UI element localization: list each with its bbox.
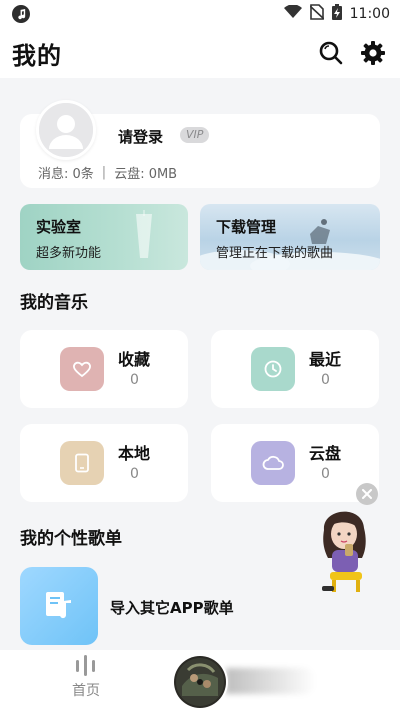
local-label: 本地 bbox=[118, 444, 151, 463]
close-icon bbox=[362, 489, 372, 499]
download-tile[interactable]: 下载管理 管理正在下载的歌曲 bbox=[200, 204, 380, 270]
clock-time: 11:00 bbox=[349, 6, 390, 22]
favorites-card[interactable]: 收藏 0 bbox=[20, 330, 188, 408]
no-sim-icon bbox=[309, 4, 325, 24]
sound-wave-icon bbox=[76, 655, 95, 676]
avatar[interactable] bbox=[36, 100, 96, 160]
phone-icon bbox=[75, 453, 89, 473]
status-bar: 11:00 bbox=[0, 0, 400, 28]
heart-icon bbox=[73, 361, 91, 378]
lab-tile[interactable]: 实验室 超多新功能 bbox=[20, 204, 188, 270]
album-art-icon bbox=[174, 656, 226, 708]
search-button[interactable] bbox=[318, 40, 344, 66]
import-playlist-label: 导入其它APP歌单 bbox=[110, 599, 234, 617]
cloud-icon bbox=[262, 455, 284, 470]
settings-button[interactable] bbox=[360, 40, 386, 66]
battery-charging-icon bbox=[331, 4, 342, 24]
login-link[interactable]: 请登录 bbox=[118, 126, 163, 147]
clock-icon bbox=[264, 360, 282, 378]
recent-card[interactable]: 最近 0 bbox=[211, 330, 379, 408]
my-music-heading: 我的音乐 bbox=[20, 293, 88, 313]
cloud-card[interactable]: 云盘 0 bbox=[211, 424, 379, 502]
import-playlist-icon bbox=[46, 592, 71, 619]
player-shadow bbox=[226, 668, 316, 694]
nav-home-label: 首页 bbox=[72, 683, 100, 699]
playlists-heading: 我的个性歌单 bbox=[20, 529, 122, 549]
local-card[interactable]: 本地 0 bbox=[20, 424, 188, 502]
music-note-icon bbox=[12, 5, 30, 23]
header: 我的 bbox=[0, 28, 400, 78]
vip-badge[interactable]: VIP bbox=[180, 127, 210, 143]
lab-subtitle: 超多新功能 bbox=[36, 246, 102, 261]
messages-count[interactable]: 消息: 0条 bbox=[38, 163, 94, 182]
recent-label: 最近 bbox=[309, 350, 342, 369]
local-count: 0 bbox=[130, 466, 139, 482]
recent-count: 0 bbox=[321, 372, 330, 388]
mascot-character-icon bbox=[322, 511, 366, 592]
search-icon bbox=[319, 41, 343, 65]
wifi-icon bbox=[283, 4, 302, 23]
cloud-count: 0 bbox=[321, 466, 330, 482]
profile-card[interactable]: 请登录 VIP 消息: 0条 | 云盘: 0MB bbox=[20, 100, 380, 188]
lab-title: 实验室 bbox=[36, 218, 82, 236]
cloud-label: 云盘 bbox=[309, 444, 342, 463]
floating-mascot[interactable] bbox=[312, 500, 378, 596]
default-user-icon bbox=[39, 103, 93, 157]
gear-icon bbox=[361, 41, 385, 65]
page-title: 我的 bbox=[12, 41, 62, 70]
favorites-label: 收藏 bbox=[118, 350, 151, 369]
stats-separator: | bbox=[101, 165, 107, 180]
now-playing-disc[interactable] bbox=[174, 656, 226, 708]
download-title: 下载管理 bbox=[216, 218, 277, 236]
favorites-count: 0 bbox=[130, 372, 139, 388]
lab-decoration-icon bbox=[136, 210, 152, 258]
nav-home[interactable]: 首页 bbox=[64, 654, 108, 700]
cloud-storage[interactable]: 云盘: 0MB bbox=[114, 163, 177, 182]
download-subtitle: 管理正在下载的歌曲 bbox=[216, 246, 334, 261]
